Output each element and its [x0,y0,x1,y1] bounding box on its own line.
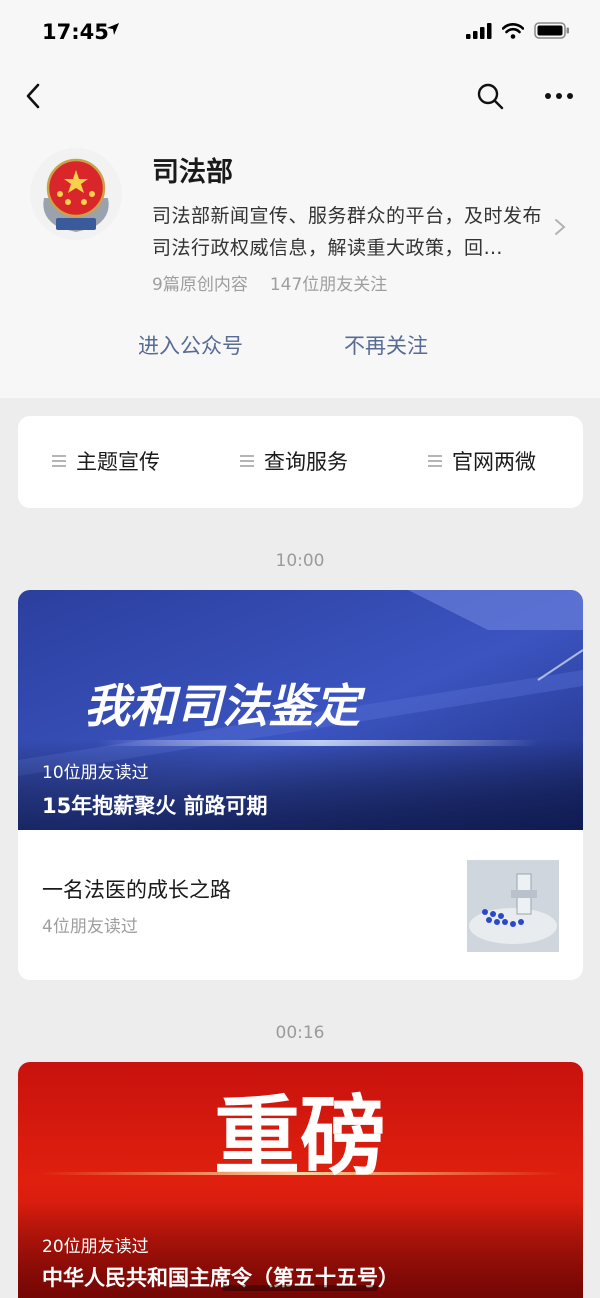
original-count: 9篇原创内容 [152,275,248,295]
feed-timestamp: 00:16 [275,1023,325,1043]
battery-icon [534,22,569,39]
justice-emblem-icon [30,148,122,240]
friends-following: 147位朋友关注 [269,275,388,295]
menu-item-label: 查询服务 [264,450,348,474]
sub-article-thumbnail [467,860,559,952]
sub-article-title: 一名法医的成长之路 [42,878,231,902]
status-bar: 17:45 [0,0,600,64]
cover-text: 重磅 [214,1087,386,1187]
enter-account-button[interactable]: 进入公众号 [138,330,243,360]
search-icon[interactable] [476,82,504,110]
home-indicator[interactable] [222,1285,378,1291]
chevron-right-icon[interactable] [554,218,566,236]
hamburger-icon [240,455,254,467]
cover-reads: 20位朋友读过 [42,1237,149,1257]
article-card: 我和司法鉴定 10位朋友读过 15年抱薪聚火 前路可期 一名法医的成长之路 4位… [18,590,583,980]
menu-item-query[interactable]: 查询服务 [240,446,348,476]
feed-timestamp: 10:00 [275,551,325,571]
more-dots-icon[interactable] [544,92,574,100]
cover-text: 我和司法鉴定 [84,679,366,733]
sub-article[interactable]: 一名法医的成长之路 4位朋友读过 [18,830,583,980]
account-menu: 主题宣传 查询服务 官网两微 [18,416,583,508]
sub-article-reads: 4位朋友读过 [42,917,138,937]
hamburger-icon [428,455,442,467]
account-avatar[interactable] [30,148,122,240]
account-stats: 9篇原创内容 147位朋友关注 [152,270,387,295]
hamburger-icon [52,455,66,467]
article-card: 重磅 20位朋友读过 中华人民共和国主席令（第五十五号） [18,1062,583,1298]
unfollow-button[interactable]: 不再关注 [344,330,428,360]
nav-bar [0,64,600,126]
signal-icon [466,22,492,39]
article-cover[interactable]: 重磅 20位朋友读过 中华人民共和国主席令（第五十五号） [18,1062,583,1298]
account-profile[interactable]: 司法部 司法部新闻宣传、服务群众的平台，及时发布司法行政权威信息，解读重大政策，… [0,140,600,310]
status-time: 17:45 [42,20,109,44]
article-cover[interactable]: 我和司法鉴定 10位朋友读过 15年抱薪聚火 前路可期 [18,590,583,830]
menu-item-theme[interactable]: 主题宣传 [52,446,160,476]
menu-item-label: 主题宣传 [76,450,160,474]
menu-item-official[interactable]: 官网两微 [428,446,536,476]
back-chevron-icon[interactable] [20,80,48,112]
account-name: 司法部 [152,157,233,188]
cover-reads: 10位朋友读过 [42,763,149,783]
cover-title: 15年抱薪聚火 前路可期 [42,794,268,818]
account-header: 17:45 司法部 司法部新闻宣传、服务群众的平台，及时发布司法行政权威信息，解… [0,0,600,398]
wifi-icon [502,22,524,39]
location-arrow-icon [107,23,119,35]
menu-item-label: 官网两微 [452,450,536,474]
account-description: 司法部新闻宣传、服务群众的平台，及时发布司法行政权威信息，解读重大政策，回… [152,205,543,259]
